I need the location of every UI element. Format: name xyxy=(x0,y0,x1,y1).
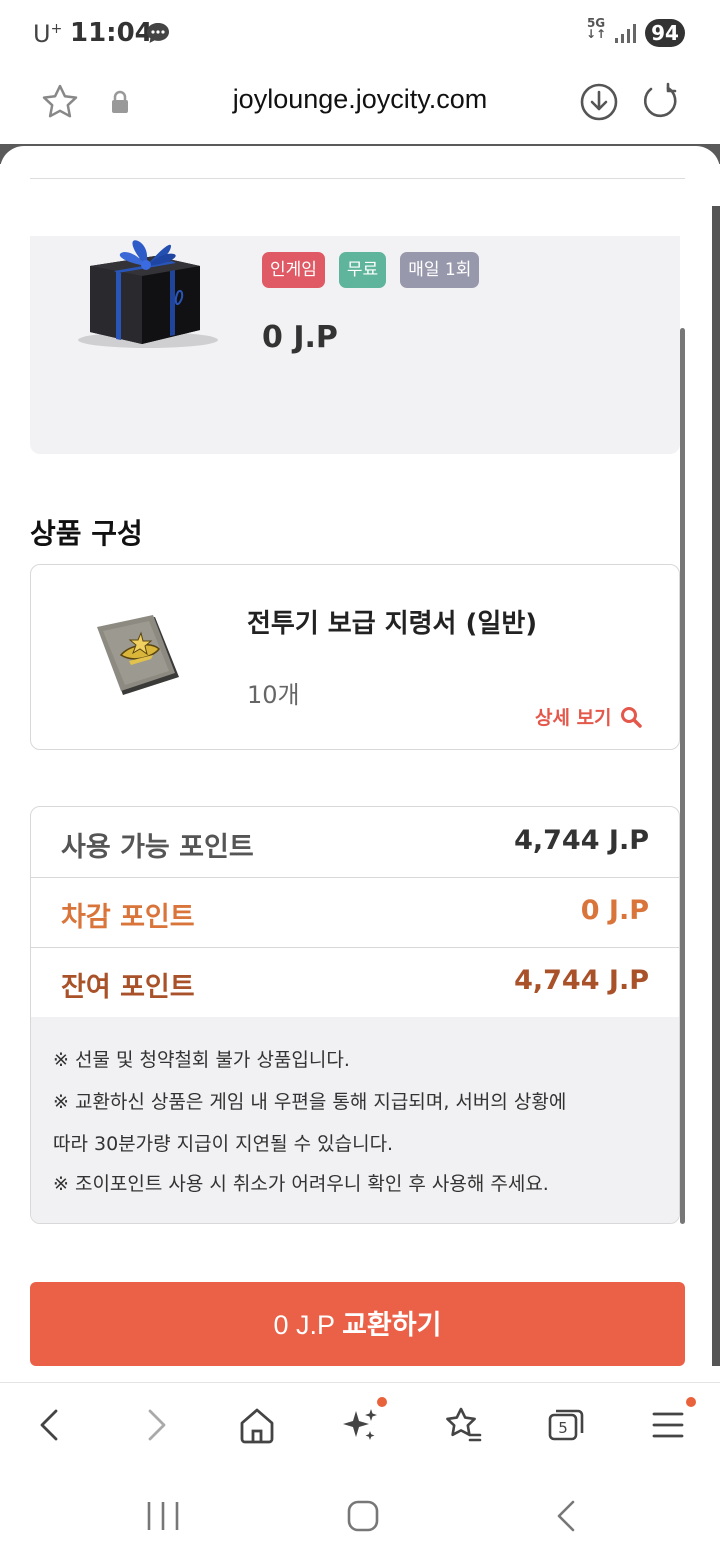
recent-apps-icon[interactable] xyxy=(143,1496,183,1536)
deduct-points-row: 차감 포인트 0 J.P xyxy=(31,877,679,948)
magnifier-icon xyxy=(620,706,642,728)
exchange-amount: 0 J.P xyxy=(273,1310,335,1340)
scroll-thumb[interactable] xyxy=(680,328,685,1224)
signal-icon xyxy=(615,24,636,43)
notice-line: ※ 조이포인트 사용 시 취소가 어려우니 확인 후 사용해 주세요. xyxy=(53,1173,549,1195)
download-icon[interactable] xyxy=(578,81,620,123)
gift-box-image xyxy=(78,240,218,348)
back-icon[interactable] xyxy=(28,1403,72,1447)
product-card: 인게임 무료 매일 1회 0 J.P xyxy=(30,236,680,454)
deduct-points-label: 차감 포인트 xyxy=(61,902,195,933)
notification-dot xyxy=(377,1397,387,1407)
exchange-button[interactable]: 0 J.P 교환하기 xyxy=(30,1282,685,1366)
product-sheet: 인게임 무료 매일 1회 0 J.P 상품 구성 전투기 보급 지령서 (일반)… xyxy=(0,146,720,1382)
deduct-points-value: 0 J.P xyxy=(580,895,649,926)
tabs-count: 5 xyxy=(558,1419,568,1437)
manual-book-image xyxy=(97,615,179,695)
item-name: 전투기 보급 지령서 (일반) xyxy=(247,609,538,639)
notification-dot xyxy=(686,1397,696,1407)
reload-icon[interactable] xyxy=(640,81,680,121)
clock: 11:04 xyxy=(70,18,153,48)
network-indicator: 5G ↓↑ xyxy=(586,16,607,41)
available-points-value: 4,744 J.P xyxy=(514,825,649,856)
notice-line: ※ 선물 및 청약철회 불가 상품입니다. xyxy=(53,1049,350,1071)
remaining-points-label: 잔여 포인트 xyxy=(61,972,195,1003)
browser-bottom-nav: 5 xyxy=(0,1382,720,1471)
message-icon xyxy=(147,23,169,43)
composition-title: 상품 구성 xyxy=(30,517,143,550)
detail-view-label: 상세 보기 xyxy=(535,707,612,729)
available-points-row: 사용 가능 포인트 4,744 J.P xyxy=(31,807,679,878)
battery-indicator: 94 xyxy=(645,19,685,47)
remaining-points-value: 4,744 J.P xyxy=(514,965,649,996)
product-price: 0 J.P xyxy=(262,320,338,355)
status-bar: U+ 11:04 5G ↓↑ 94 xyxy=(0,0,720,66)
notice-line: ※ 교환하신 상품은 게임 내 우편을 통해 지급되며, 서버의 상황에 xyxy=(53,1091,567,1113)
notice-box: ※ 선물 및 청약철회 불가 상품입니다. ※ 교환하신 상품은 게임 내 우편… xyxy=(31,1017,679,1223)
menu-icon[interactable] xyxy=(646,1403,690,1447)
tag-list: 인게임 무료 매일 1회 xyxy=(262,252,480,288)
exchange-action-label: 교환하기 xyxy=(342,1310,442,1340)
tag-daily-once: 매일 1회 xyxy=(400,252,480,288)
available-points-label: 사용 가능 포인트 xyxy=(61,832,254,863)
divider xyxy=(30,178,685,179)
remaining-points-row: 잔여 포인트 4,744 J.P xyxy=(31,947,679,1017)
ai-sparkle-icon[interactable] xyxy=(338,1403,382,1447)
forward-icon[interactable] xyxy=(134,1403,178,1447)
system-back-icon[interactable] xyxy=(546,1496,586,1536)
system-navigation-bar xyxy=(0,1470,720,1560)
home-button-icon[interactable] xyxy=(343,1496,383,1536)
carrier-label: U+ xyxy=(33,20,63,48)
browser-url-bar: joylounge.joycity.com xyxy=(0,66,720,144)
page-scrollbar[interactable] xyxy=(712,206,720,1366)
notice-line: 따라 30분가량 지급이 지연될 수 있습니다. xyxy=(53,1133,394,1155)
tabs-icon[interactable]: 5 xyxy=(544,1403,588,1447)
composition-item-card: 전투기 보급 지령서 (일반) 10개 상세 보기 xyxy=(30,564,680,750)
home-icon[interactable] xyxy=(235,1403,279,1447)
points-summary: 사용 가능 포인트 4,744 J.P 차감 포인트 0 J.P 잔여 포인트 … xyxy=(30,806,680,1224)
tag-free: 무료 xyxy=(338,252,387,288)
tag-ingame: 인게임 xyxy=(262,252,325,288)
detail-view-link[interactable]: 상세 보기 xyxy=(535,703,642,730)
item-quantity: 10개 xyxy=(247,681,300,709)
bookmarks-icon[interactable] xyxy=(441,1403,485,1447)
